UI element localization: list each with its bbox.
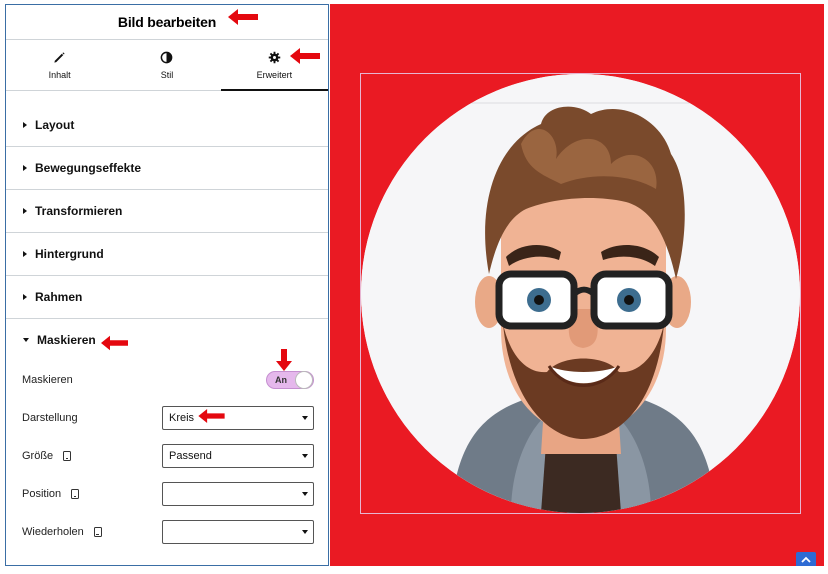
annotation-arrow-left-icon xyxy=(228,9,258,25)
toggle-knob xyxy=(295,371,313,389)
section-bewegungseffekte[interactable]: Bewegungseffekte xyxy=(6,147,328,190)
caret-right-icon xyxy=(23,122,27,128)
scroll-to-top-button[interactable] xyxy=(796,552,816,566)
tab-bar: Inhalt Stil Erweitert xyxy=(6,40,329,91)
mask-position-label: Position xyxy=(22,488,80,500)
preview-canvas xyxy=(330,4,824,566)
section-title: Hintergrund xyxy=(35,247,104,261)
mask-position-select[interactable] xyxy=(162,482,314,506)
mask-toggle-label: Maskieren xyxy=(22,374,73,386)
label-text: Position xyxy=(22,488,62,500)
section-transformieren[interactable]: Transformieren xyxy=(6,190,328,233)
mask-repeat-select[interactable] xyxy=(162,520,314,544)
chevron-down-icon xyxy=(302,492,308,496)
panel-title: Bild bearbeiten xyxy=(117,14,217,30)
mask-toggle[interactable]: An xyxy=(266,371,314,389)
section-title: Transformieren xyxy=(35,204,123,218)
section-rahmen[interactable]: Rahmen xyxy=(6,276,328,319)
annotation-arrow-left-icon xyxy=(198,409,225,423)
caret-right-icon xyxy=(23,294,27,300)
avatar-illustration-icon xyxy=(361,74,800,513)
annotation-arrow-left-icon xyxy=(101,335,128,351)
section-title: Maskieren xyxy=(37,333,96,347)
mask-shape-select[interactable]: Kreis xyxy=(162,406,314,430)
caret-right-icon xyxy=(23,165,27,171)
section-title: Rahmen xyxy=(35,290,83,304)
toggle-state-text: An xyxy=(275,375,287,385)
chevron-up-icon xyxy=(801,556,811,563)
section-layout[interactable]: Layout xyxy=(6,104,328,147)
tab-label: Stil xyxy=(160,70,174,80)
chevron-down-icon xyxy=(302,416,308,420)
responsive-device-icon[interactable] xyxy=(93,527,102,537)
mask-position-row: Position xyxy=(6,475,328,513)
mask-size-select[interactable]: Passend xyxy=(162,444,314,468)
responsive-device-icon[interactable] xyxy=(71,489,80,499)
mask-shape-label: Darstellung xyxy=(22,412,78,424)
tab-stil[interactable]: Stil xyxy=(113,40,220,90)
editor-panel: Bild bearbeiten Inhalt Stil Erweitert La… xyxy=(5,4,329,566)
mask-shape-row: Darstellung Kreis xyxy=(6,399,328,437)
caret-down-icon xyxy=(23,338,29,342)
annotation-arrow-left-icon xyxy=(290,48,320,64)
mask-repeat-label: Wiederholen xyxy=(22,526,102,538)
mask-size-label: Größe xyxy=(22,450,72,462)
responsive-device-icon[interactable] xyxy=(63,451,72,461)
caret-right-icon xyxy=(23,251,27,257)
select-value: Passend xyxy=(169,450,212,462)
section-title: Layout xyxy=(35,118,75,132)
panel-header: Bild bearbeiten xyxy=(6,5,328,40)
tab-label: Inhalt xyxy=(48,70,71,80)
caret-right-icon xyxy=(23,208,27,214)
contrast-icon xyxy=(160,50,173,64)
tab-inhalt[interactable]: Inhalt xyxy=(6,40,113,90)
chevron-down-icon xyxy=(302,530,308,534)
annotation-arrow-down-icon xyxy=(276,349,292,371)
pencil-icon xyxy=(53,50,66,64)
section-hintergrund[interactable]: Hintergrund xyxy=(6,233,328,276)
mask-size-row: Größe Passend xyxy=(6,437,328,475)
section-title: Bewegungseffekte xyxy=(35,161,142,175)
tab-label: Erweitert xyxy=(256,70,293,80)
gear-icon xyxy=(268,50,281,64)
mask-repeat-row: Wiederholen xyxy=(6,513,328,551)
label-text: Wiederholen xyxy=(22,526,84,538)
select-value: Kreis xyxy=(169,412,195,424)
chevron-down-icon xyxy=(302,454,308,458)
label-text: Größe xyxy=(22,450,54,462)
masked-avatar-image[interactable] xyxy=(361,74,800,513)
